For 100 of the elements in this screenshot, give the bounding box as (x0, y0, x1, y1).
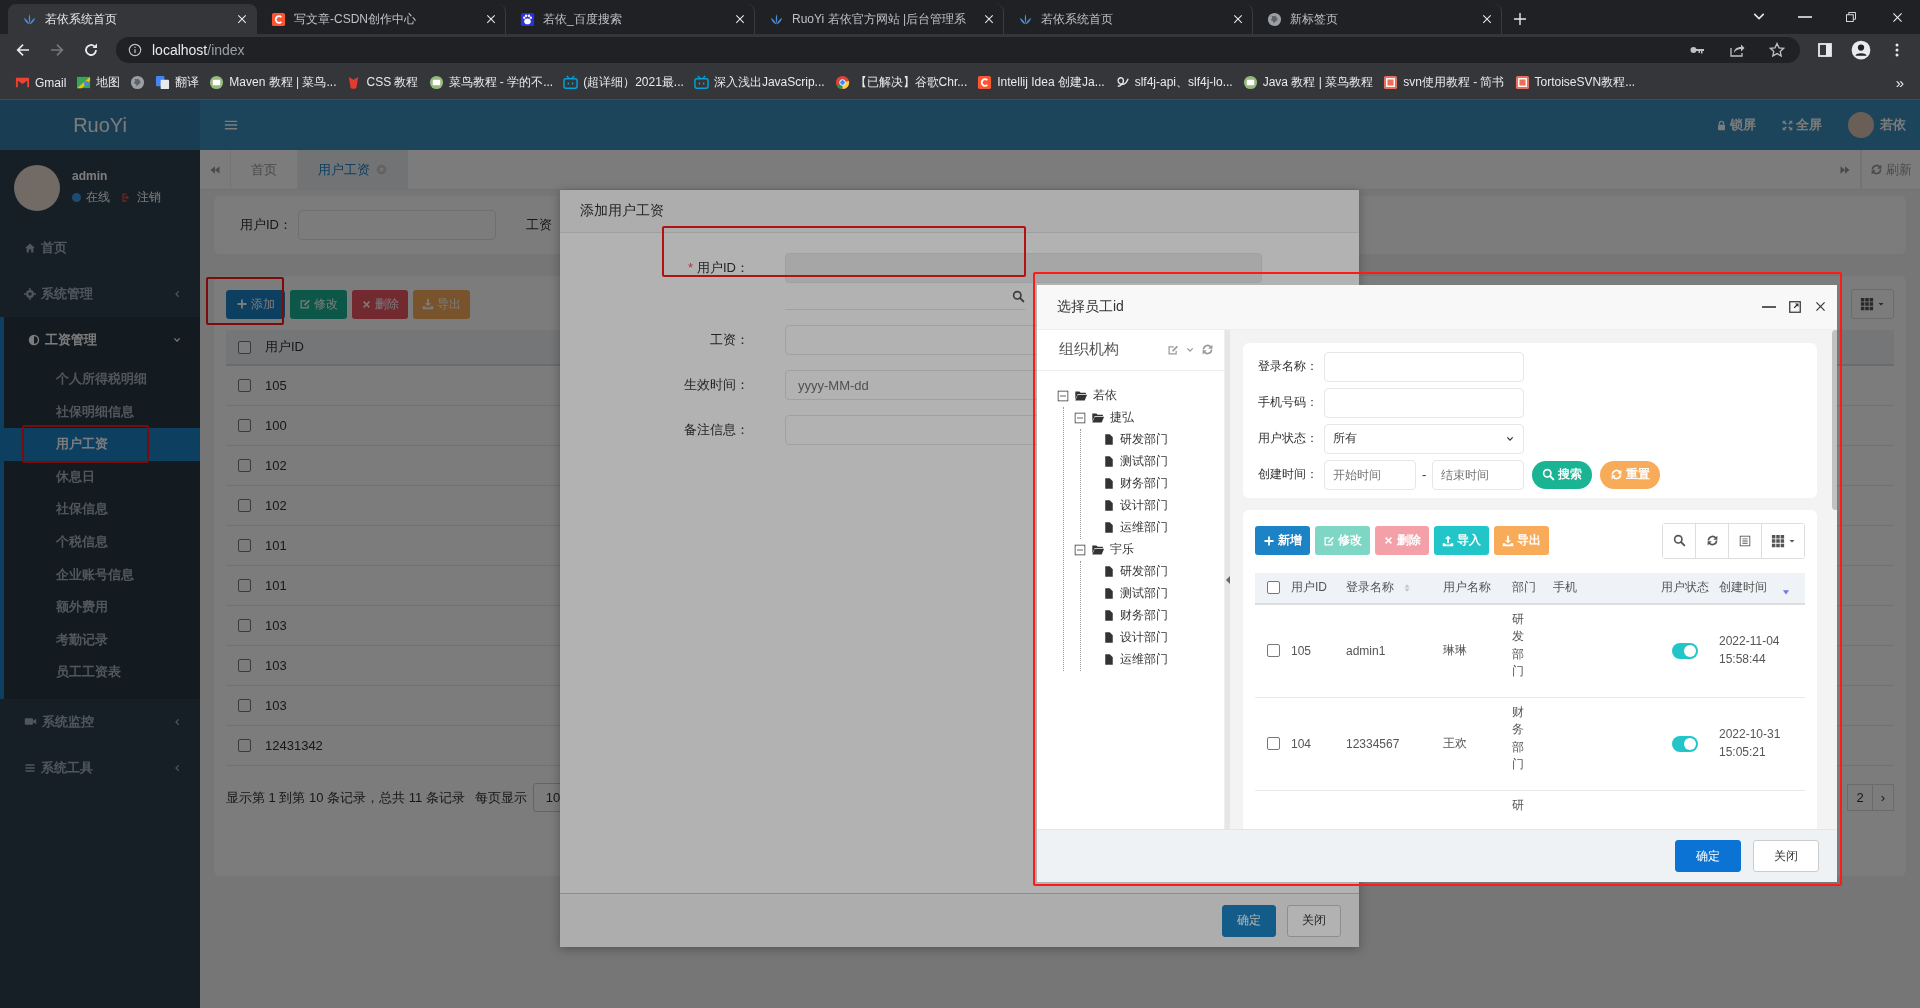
tree-node[interactable]: 运维部门 (1103, 648, 1224, 671)
checkbox[interactable] (238, 499, 251, 512)
toggle-switch[interactable] (1672, 642, 1698, 659)
input-field[interactable] (1324, 387, 1524, 418)
tree-node[interactable]: 捷弘 (1074, 406, 1224, 429)
list-icon (1738, 533, 1752, 548)
bookmark[interactable]: Java 教程 | 菜鸟教程 (1237, 69, 1379, 96)
dialog-button[interactable]: 关闭 (1753, 840, 1819, 873)
dialog-button[interactable]: 确定 (1222, 904, 1276, 937)
bookmark[interactable]: (超详细）2021最... (558, 69, 689, 96)
checkbox[interactable] (238, 340, 251, 354)
file-icon (1103, 653, 1115, 667)
dialog-title: 选择员工id (1057, 297, 1124, 316)
tree-node[interactable]: 研发部门 (1103, 428, 1224, 451)
close-icon (485, 13, 497, 25)
bookmark[interactable]: svn使用教程 - 简书 (1378, 69, 1510, 96)
translate-icon (155, 75, 171, 90)
bookmark[interactable]: 【已解决】谷歌Chr... (829, 69, 973, 96)
bookmark[interactable]: Intellij Idea 创建Ja... (972, 69, 1110, 96)
bookmark[interactable]: 菜鸟教程 - 学的不... (423, 69, 559, 96)
search-icon (1542, 468, 1556, 482)
scrollbar[interactable] (1832, 329, 1837, 510)
checkbox[interactable] (238, 659, 251, 672)
range-separator: - (1422, 467, 1427, 483)
page-button[interactable]: 2 (1847, 784, 1873, 811)
checkbox[interactable] (1266, 644, 1280, 658)
browser-tab[interactable]: 若依系统首页 (8, 4, 257, 34)
bookmark[interactable]: 翻译 (150, 69, 205, 96)
status-dot (72, 193, 81, 202)
checkbox[interactable] (238, 539, 251, 552)
tree-node[interactable]: 运维部门 (1103, 516, 1224, 539)
checkbox[interactable] (238, 739, 251, 752)
column-header[interactable]: 用户名称 (1443, 579, 1512, 597)
tree-node[interactable]: 测试部门 (1103, 450, 1224, 473)
dialog-button[interactable]: 关闭 (1287, 904, 1341, 937)
dialog-title: 添加用户工资 (580, 202, 664, 220)
site-icon (977, 75, 993, 90)
bookmark[interactable]: CSS 教程 (341, 69, 424, 96)
bookmark[interactable]: Gmail (10, 69, 72, 96)
tree-node[interactable]: 财务部门 (1103, 472, 1224, 495)
tree-node[interactable]: 财务部门 (1103, 604, 1224, 627)
chrome-icon (834, 75, 850, 90)
columns-button[interactable] (1851, 289, 1894, 319)
tree-node[interactable]: 宇乐 (1074, 538, 1224, 561)
bookmark[interactable]: slf4j-api、slf4j-lo... (1109, 69, 1238, 96)
checkbox[interactable] (238, 579, 251, 592)
bookmark[interactable]: Maven 教程 | 菜鸟... (204, 69, 342, 96)
address-bar[interactable]: localhost/index (116, 37, 1800, 63)
file-icon (1103, 433, 1115, 447)
minimize-icon (1762, 305, 1776, 308)
checkbox[interactable] (238, 699, 251, 712)
tree-node[interactable]: 研发部门 (1103, 560, 1224, 583)
column-header[interactable]: 用户ID (1291, 579, 1346, 597)
side-panel-icon (1817, 42, 1833, 58)
collapse-icon (1057, 389, 1069, 402)
column-header[interactable]: 登录名称 (1346, 579, 1443, 597)
file-icon (1103, 455, 1115, 469)
site-icon (428, 75, 444, 90)
dialog-button[interactable]: 确定 (1675, 840, 1741, 873)
select-field[interactable]: 所有 (1324, 423, 1524, 454)
column-header[interactable]: 部门 (1512, 579, 1553, 597)
leaf-icon (1018, 11, 1033, 27)
logout-icon (121, 192, 132, 203)
date-field[interactable]: 开始时间 (1324, 459, 1416, 490)
close-icon (1814, 300, 1827, 314)
bookmark[interactable]: 深入浅出JavaScrip... (688, 69, 830, 96)
input-field[interactable] (785, 253, 1262, 283)
tv-icon (563, 75, 579, 90)
checkbox[interactable] (238, 619, 251, 632)
bookmark[interactable]: 地图 (71, 69, 126, 96)
tree-node[interactable]: 设计部门 (1103, 626, 1224, 649)
column-header[interactable]: 创建时间 (1719, 578, 1805, 597)
tool-button[interactable] (1663, 523, 1696, 558)
site-icon (209, 75, 225, 90)
checkbox[interactable] (238, 419, 251, 432)
sidebar-item[interactable]: 工资管理 (0, 317, 200, 363)
toggle-switch[interactable] (1672, 735, 1698, 752)
input-field[interactable] (1324, 351, 1524, 382)
column-header[interactable]: 用户状态 (1651, 579, 1719, 597)
page-button[interactable]: › (1871, 784, 1894, 811)
map-icon (76, 75, 92, 90)
collapse-icon (1074, 543, 1086, 556)
refresh-icon (1705, 534, 1719, 548)
gear-icon (24, 288, 36, 300)
collapse-handle[interactable] (1225, 329, 1230, 830)
checkbox[interactable] (1266, 737, 1280, 751)
plus-icon (1263, 534, 1275, 547)
toolbar-button[interactable]: 新增 (1255, 526, 1310, 556)
bookmark[interactable]: TortoiseSVN教程... (1509, 69, 1641, 96)
checkbox[interactable] (1266, 581, 1280, 595)
checkbox[interactable] (238, 459, 251, 472)
more-bookmarks-button[interactable]: » (1887, 74, 1912, 91)
date-field[interactable]: 结束时间 (1432, 459, 1525, 490)
logout-link[interactable]: 注销 (137, 189, 161, 206)
tree-node[interactable]: 测试部门 (1103, 582, 1224, 605)
column-header[interactable]: 手机 (1553, 579, 1651, 597)
folder-icon (1091, 411, 1105, 425)
checkbox[interactable] (238, 379, 251, 392)
table-cell: 103 (265, 618, 287, 633)
tree-node[interactable]: 设计部门 (1103, 494, 1224, 517)
